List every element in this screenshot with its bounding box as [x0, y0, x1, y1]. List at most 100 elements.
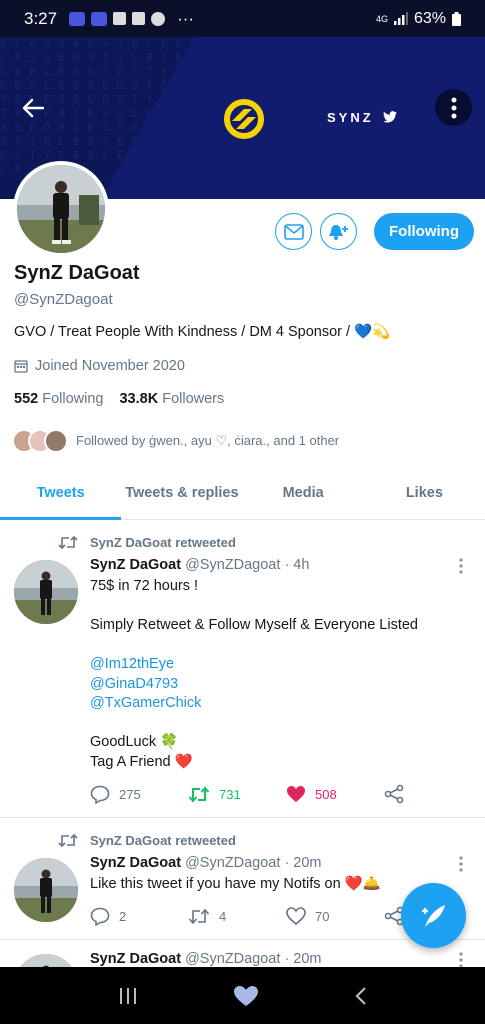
- tweet-header: SynZ DaGoat @SynZDagoat · 20m: [90, 951, 322, 967]
- followed-by-text: Followed by ġwen., ayu ♡, ċiara., and 1 …: [76, 433, 340, 448]
- like-count: 508: [315, 786, 337, 802]
- tweet-options-icon[interactable]: [455, 855, 467, 873]
- followers-count: 33.8K: [119, 391, 159, 407]
- tweet-line: [90, 597, 470, 617]
- envelope-icon: [283, 223, 304, 240]
- retweet-icon: [188, 785, 210, 803]
- followers-label: Followers: [162, 391, 225, 407]
- profile-joined: Joined November 2020: [14, 358, 185, 374]
- tweet-avatar[interactable]: [14, 560, 78, 624]
- tweet-author-handle: @SynZDagoat: [185, 951, 281, 967]
- tweet-line: Tag A Friend ❤️: [90, 753, 193, 770]
- bell-plus-icon: [328, 224, 348, 240]
- app-notification-icon: [91, 11, 108, 26]
- heart-filled-icon: [287, 786, 305, 802]
- joined-text: Joined November 2020: [35, 358, 185, 374]
- share-button[interactable]: [384, 784, 482, 804]
- tweet-options-icon[interactable]: [455, 951, 467, 967]
- reply-button[interactable]: 275: [90, 785, 188, 804]
- retweeted-by-text: SynZ DaGoat retweeted: [90, 535, 236, 550]
- tweet[interactable]: SynZ DaGoat @SynZDagoat · 20m: [0, 940, 485, 967]
- tweet-author-name[interactable]: SynZ DaGoat: [90, 557, 181, 573]
- reply-button[interactable]: 2: [90, 907, 188, 926]
- notifications-button[interactable]: [320, 213, 357, 250]
- home-heart-icon[interactable]: [233, 985, 259, 1007]
- recent-apps-icon[interactable]: [118, 987, 138, 1005]
- reply-count: 2: [119, 908, 127, 924]
- tweet-author-handle: @SynZDagoat: [185, 557, 281, 573]
- retweeted-by: SynZ DaGoat retweeted: [58, 535, 236, 550]
- retweeted-by-text: SynZ DaGoat retweeted: [90, 833, 236, 848]
- tweet-time: · 20m: [284, 951, 322, 967]
- profile-tabs: Tweets Tweets & replies Media Likes: [0, 466, 485, 520]
- tab-tweets[interactable]: Tweets: [0, 466, 122, 520]
- tweet-actions: 275 731 508: [90, 784, 482, 804]
- profile-name: SynZ DaGoat: [14, 262, 140, 284]
- following-button[interactable]: Following: [374, 213, 474, 250]
- calendar-icon: [14, 360, 28, 373]
- tweet-header: SynZ DaGoat @SynZDagoat · 20m: [90, 855, 322, 871]
- profile-bio: GVO / Treat People With Kindness / DM 4 …: [14, 324, 391, 340]
- following-count-link[interactable]: 552 Following: [14, 391, 103, 407]
- tweet-author-name[interactable]: SynZ DaGoat: [90, 855, 181, 871]
- battery-percent: 63%: [413, 9, 446, 27]
- tweet-avatar[interactable]: [14, 954, 78, 967]
- like-button[interactable]: 508: [286, 785, 384, 803]
- status-time: 3:27: [24, 8, 58, 28]
- profile-actions: Following: [275, 213, 474, 250]
- avatar-photo: [14, 560, 78, 624]
- bag-icon: [113, 12, 127, 25]
- more-options-button[interactable]: [435, 89, 472, 126]
- retweet-icon: [58, 535, 78, 550]
- network-type: 4G: [375, 13, 388, 24]
- tab-likes[interactable]: Likes: [364, 466, 485, 519]
- tab-media[interactable]: Media: [243, 466, 364, 519]
- like-count: 70: [315, 908, 330, 924]
- message-button[interactable]: [275, 213, 312, 250]
- tab-tweets-replies[interactable]: Tweets & replies: [121, 466, 242, 519]
- retweet-icon: [58, 833, 78, 848]
- back-arrow-icon: [22, 98, 44, 118]
- followers-count-link[interactable]: 33.8K Followers: [119, 391, 224, 407]
- avatar-photo: [14, 858, 78, 922]
- tweet-author-handle: @SynZDagoat: [185, 855, 281, 871]
- profile-avatar[interactable]: [13, 161, 109, 257]
- reply-icon: [90, 907, 110, 926]
- retweet-button[interactable]: 4: [188, 908, 286, 925]
- back-nav-icon[interactable]: [354, 986, 368, 1006]
- tweet-time: · 20m: [284, 855, 322, 871]
- heart-outline-icon: [286, 907, 306, 925]
- mention-link[interactable]: @TxGamerChick: [90, 694, 470, 714]
- status-bar: 3:27 ··· 4G 63%: [0, 0, 485, 37]
- tweet-line: Simply Retweet & Follow Myself & Everyon…: [90, 617, 418, 633]
- tweet-text: 75$ in 72 hours ! Simply Retweet & Follo…: [90, 577, 470, 772]
- reply-count: 275: [119, 786, 141, 802]
- compose-tweet-button[interactable]: [401, 883, 466, 948]
- notification-icons: ···: [69, 9, 194, 29]
- tweet-line: [90, 636, 470, 656]
- synz-logo-icon: [224, 99, 264, 139]
- tweet-line: 75$ in 72 hours !: [90, 578, 199, 594]
- retweeted-by: SynZ DaGoat retweeted: [58, 833, 236, 848]
- tweet-avatar[interactable]: [14, 858, 78, 922]
- app-notification-icon: [69, 11, 86, 26]
- tweet-header: SynZ DaGoat @SynZDagoat · 4h: [90, 557, 309, 573]
- mention-link[interactable]: @GinaD4793: [90, 675, 470, 695]
- tweet[interactable]: SynZ DaGoat retweeted SynZ DaGoat @SynZD…: [0, 520, 485, 818]
- back-button[interactable]: [15, 90, 51, 126]
- retweet-button[interactable]: 731: [188, 785, 286, 803]
- followed-by[interactable]: Followed by ġwen., ayu ♡, ċiara., and 1 …: [12, 429, 339, 453]
- battery-icon: [452, 11, 461, 26]
- reply-icon: [90, 785, 110, 804]
- tweet-author-name[interactable]: SynZ DaGoat: [90, 951, 181, 967]
- like-button[interactable]: 70: [286, 907, 384, 925]
- vertical-dots-icon: [451, 97, 456, 118]
- compose-feather-icon: [421, 904, 445, 927]
- banner-brand-name: SYNZ: [327, 110, 374, 125]
- tweet-options-icon[interactable]: [455, 557, 467, 575]
- share-icon: [384, 784, 404, 804]
- retweet-icon: [188, 908, 210, 924]
- following-label: Following: [42, 391, 104, 407]
- facebook-icon: [132, 12, 146, 25]
- mention-link[interactable]: @Im12thEye: [90, 655, 470, 675]
